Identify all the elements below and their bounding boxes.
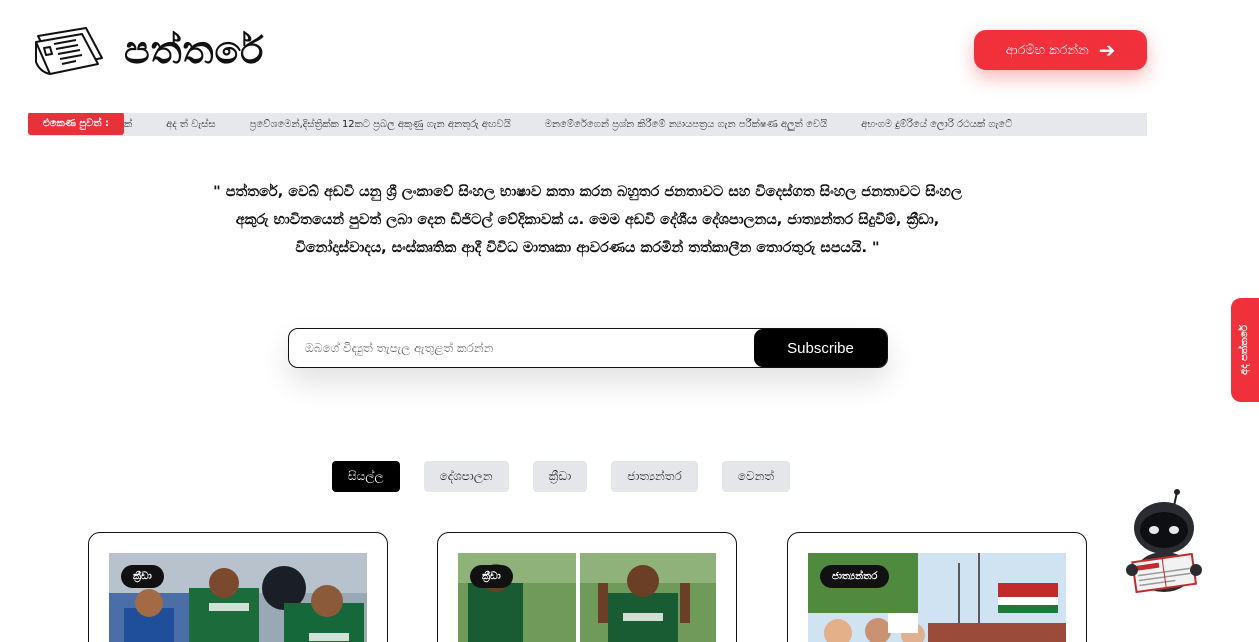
category-badge: ජාත්‍යන්තර <box>820 565 890 588</box>
filter-all[interactable]: සියල්ල <box>332 461 400 492</box>
category-filters: සියල්ල දේශපාලන ක්‍රීඩා ජාත්‍යන්තර වෙනත් <box>332 461 791 492</box>
ticker-label: එකෙණ පුවත් : <box>28 113 124 135</box>
email-field[interactable] <box>289 329 754 367</box>
assistant-robot[interactable] <box>1124 488 1204 600</box>
news-card[interactable]: ක්‍රීඩා <box>88 532 388 642</box>
site-description: " පත්තරේ, වෙබ් අඩවි යනු ශ්‍රී ලංකාවේ සිං… <box>213 184 962 256</box>
arrow-right-icon: ➔ <box>1098 38 1116 62</box>
get-started-label: ආරම්භ කරන්න <box>1005 42 1089 58</box>
news-card[interactable]: ජාත්‍යන්තර <box>787 532 1087 642</box>
filter-sports[interactable]: ක්‍රීඩා <box>532 461 588 492</box>
category-badge: ක්‍රීඩා <box>121 565 164 588</box>
ticker-item[interactable]: අද ත් වැස්ස <box>166 119 215 130</box>
ticker-items: ක් අද ත් වැස්ස ප්‍රවේශමෙන්,දිස්ත්‍රික්ක … <box>124 113 1046 136</box>
filter-politics[interactable]: දේශපාලන <box>423 461 509 492</box>
news-card-image[interactable]: ක්‍රීඩා <box>109 553 367 642</box>
category-badge: ක්‍රීඩා <box>470 565 513 588</box>
robot-reading-newspaper-icon <box>1126 489 1202 594</box>
news-card[interactable]: ක්‍රීඩා <box>437 532 737 642</box>
page: පත්තරේ ආරම්භ කරන්න ➔ එකෙණ පුවත් : ක් අද … <box>0 0 1259 642</box>
news-card-image[interactable]: ක්‍රීඩා <box>458 553 716 642</box>
ticker-item[interactable]: මනමේරේගෙන් ප්‍රශ්න කිරීමේ න්‍යායපත්‍රය ග… <box>545 119 827 130</box>
today-paper-label: අද පත්තරේ <box>1239 325 1250 375</box>
today-paper-tab[interactable]: අද පත්තරේ <box>1231 298 1259 402</box>
ticker-item[interactable]: ප්‍රවේශමෙන්,දිස්ත්‍රික්ක 12කට ප්‍රබල අකු… <box>250 119 511 130</box>
subscribe-button[interactable]: Subscribe <box>754 329 887 367</box>
filter-other[interactable]: වෙනත් <box>721 461 791 492</box>
subscribe-form: Subscribe <box>288 328 888 368</box>
news-ticker: එකෙණ පුවත් : ක් අද ත් වැස්ස ප්‍රවේශමෙන්,… <box>28 113 1147 136</box>
brand-logo[interactable]: පත්තරේ <box>32 22 264 78</box>
get-started-button[interactable]: ආරම්භ කරන්න ➔ <box>974 30 1147 70</box>
filter-international[interactable]: ජාත්‍යන්තර <box>611 461 698 492</box>
news-card-image[interactable]: ජාත්‍යන්තර <box>808 553 1066 642</box>
ticker-item[interactable]: ක් <box>124 119 132 130</box>
ticker-item[interactable]: අභංගම දුම්රියේ ලොරි රථයක් ගැටේ <box>861 119 1012 130</box>
brand-name: පත්තරේ <box>124 27 265 72</box>
newspaper-icon <box>35 27 103 75</box>
